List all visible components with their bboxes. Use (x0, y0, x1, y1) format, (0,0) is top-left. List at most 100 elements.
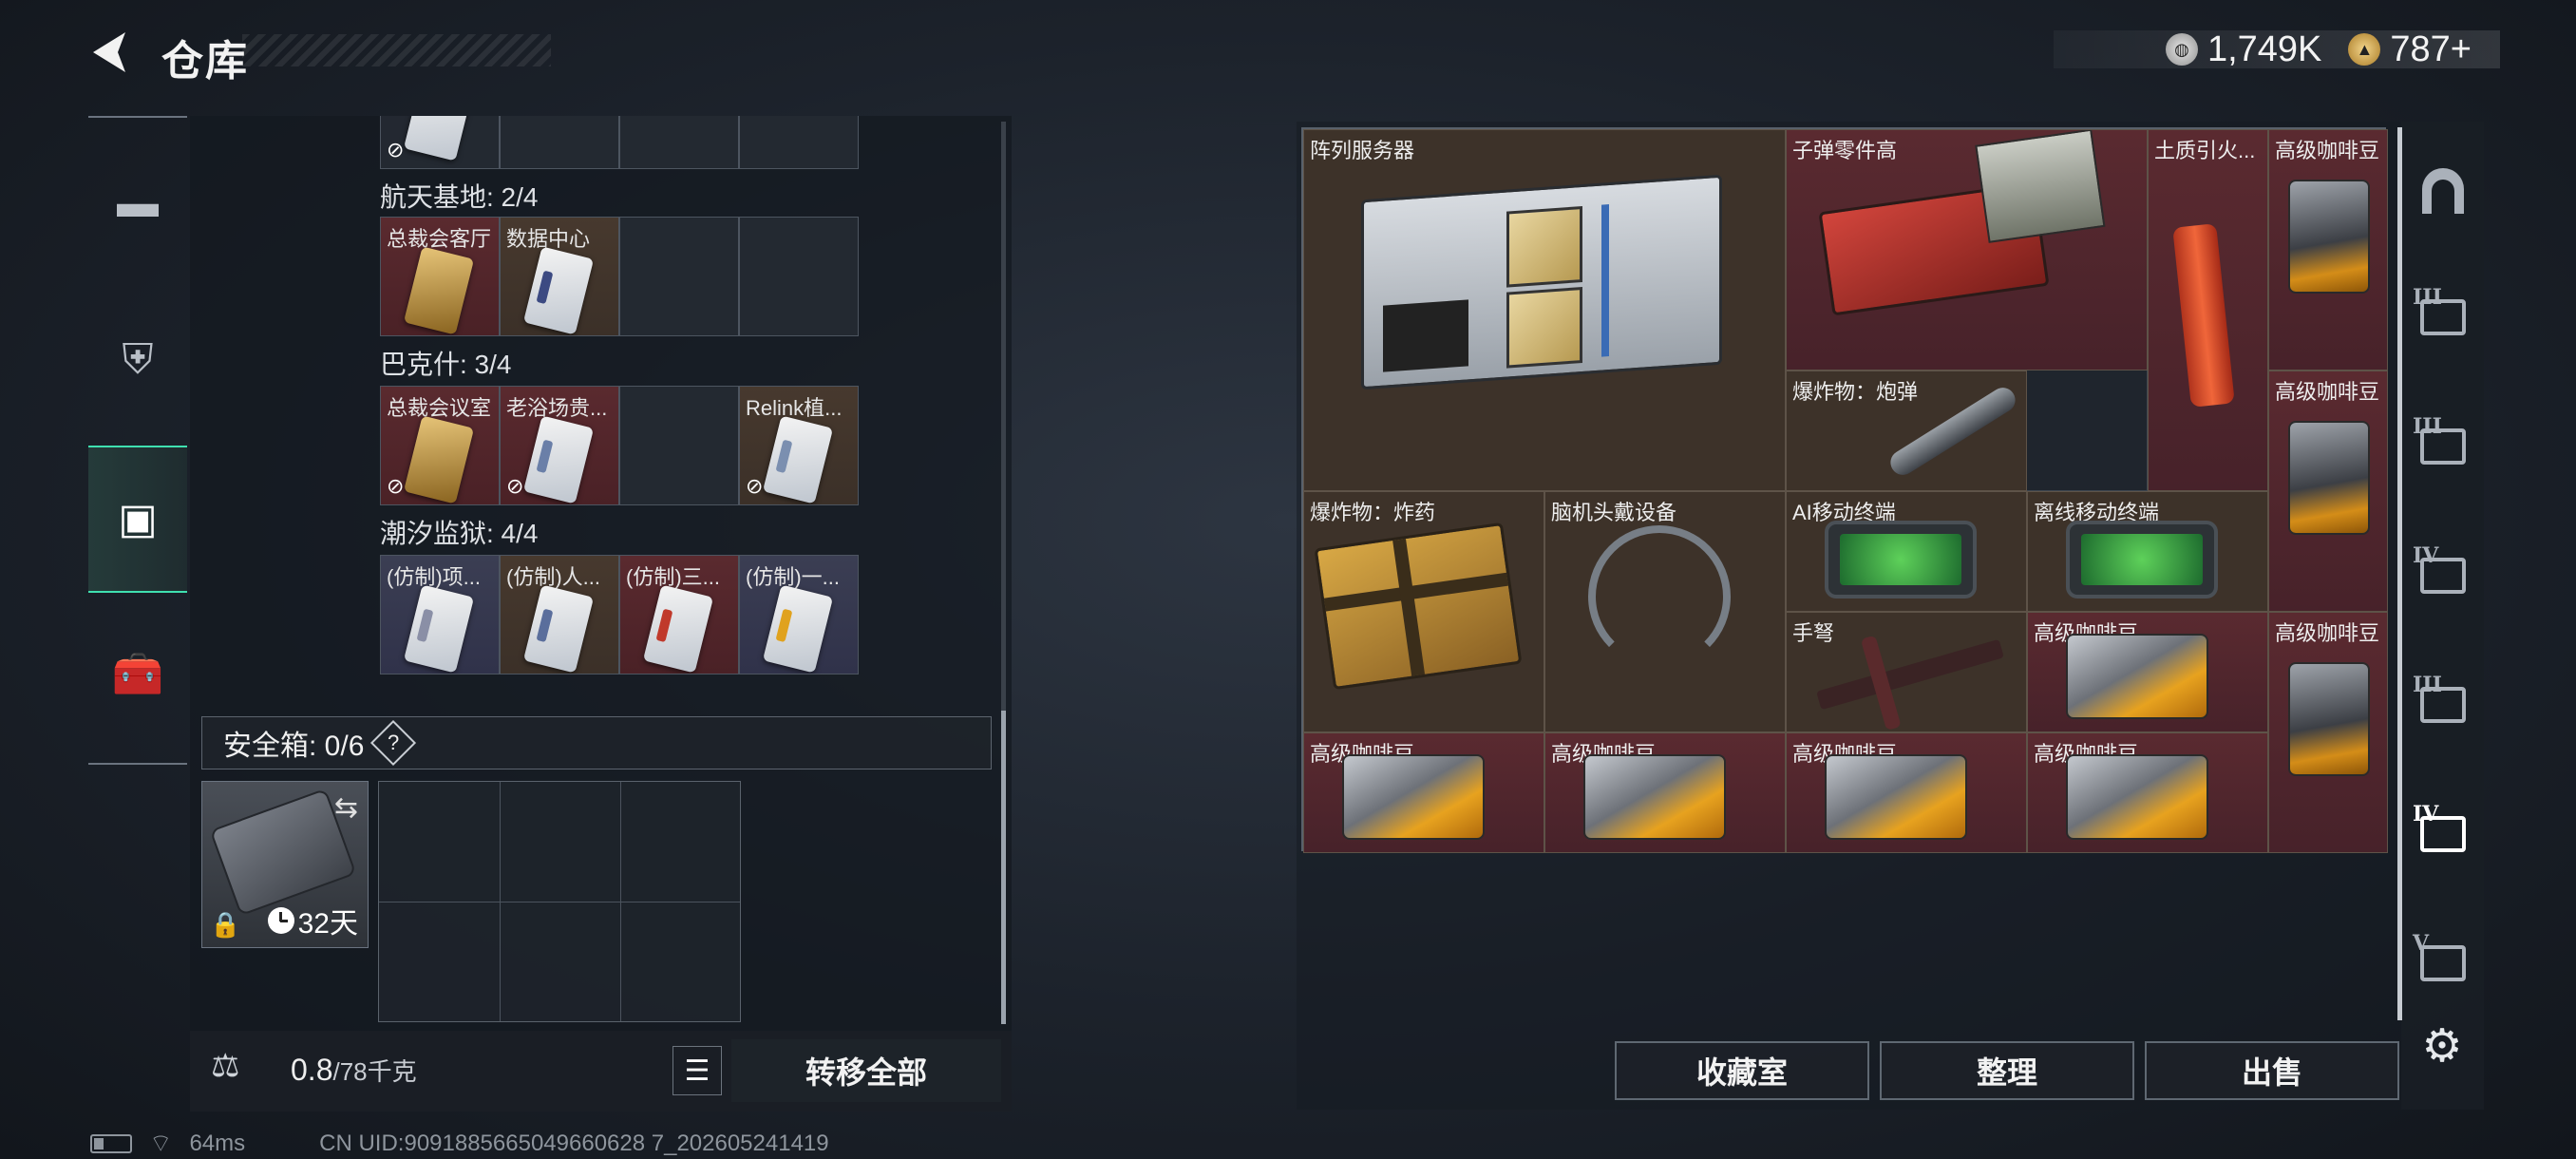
key-slot-empty[interactable] (619, 217, 739, 336)
coffee-bag-icon (1342, 754, 1485, 840)
key-slot-empty[interactable] (739, 116, 859, 169)
stash-tab-active[interactable]: IV (2411, 802, 2475, 866)
gold-amount[interactable]: 787+ (2390, 29, 2472, 70)
status-bar: ⌔ 64ms CN UID:9091885665049660628 7_2026… (90, 1128, 829, 1159)
item-name: 爆炸物：炮弹 (1792, 380, 1919, 404)
silver-amount: 1,749K (2207, 28, 2322, 69)
keycard-icon (762, 415, 834, 504)
key-slot[interactable]: (仿制)人... (500, 555, 619, 674)
wifi-icon: ⌔ (149, 1129, 173, 1157)
stash-item[interactable]: 高级咖啡豆 (2268, 370, 2388, 612)
key-name: (仿制)一... (746, 565, 840, 589)
safe-box-grid[interactable] (378, 781, 741, 1022)
help-icon[interactable]: ? (370, 719, 417, 767)
swap-icon[interactable]: ⇆ (334, 791, 358, 825)
stash-item[interactable]: 子弹零件高 (1786, 129, 2148, 370)
stash-item[interactable]: 土质引火... (2148, 129, 2268, 491)
stash-grid[interactable]: 阵列服务器 子弹零件高 土质引火... 高级咖啡豆 爆炸物：炮弹 高级咖啡豆 爆… (1301, 127, 2388, 853)
stash-item[interactable]: 阵列服务器 (1303, 129, 1786, 491)
stash-tab[interactable]: III (2411, 673, 2475, 737)
list-view-button[interactable]: ☰ (672, 1046, 722, 1095)
keycard-icon (403, 415, 475, 504)
stash-tab[interactable]: III (2411, 285, 2475, 350)
keycard-icon (403, 116, 475, 162)
item-name: 土质引火... (2154, 139, 2256, 162)
key-slot[interactable]: (仿制)项... (380, 555, 500, 674)
tablet-icon (2066, 521, 2218, 598)
keycard-icon (522, 584, 595, 674)
key-slot[interactable]: 总裁会议室 ⊘ (380, 386, 500, 505)
item-name: 爆炸物：炸药 (1310, 501, 1436, 524)
stash-item[interactable]: 爆炸物：炮弹 (1786, 370, 2027, 491)
sort-button[interactable]: 整理 (1880, 1041, 2134, 1100)
stash-item[interactable]: 爆炸物：炸药 (1303, 491, 1544, 732)
item-name: 子弹零件高 (1792, 139, 1898, 162)
item-name: 手弩 (1792, 621, 1835, 645)
key-slot[interactable]: (仿制)一... (739, 555, 859, 674)
ammo-parts-icon (1818, 181, 2050, 316)
toolbox-tab[interactable]: 🧰 (88, 602, 187, 745)
key-slot[interactable]: 数据中心 (500, 217, 619, 336)
stash-item[interactable]: 高级咖啡豆 (2027, 612, 2268, 732)
lock-icon: 🔒 (210, 910, 241, 939)
coffee-bag-icon (2066, 634, 2208, 719)
left-scroll-thumb[interactable] (1001, 711, 1006, 1024)
weapon-tab[interactable]: ▬ (88, 132, 187, 275)
stash-item[interactable]: 高级咖啡豆 (2268, 612, 2388, 853)
armor-tab[interactable]: ⛨ (88, 289, 187, 431)
user-uid: CN UID:9091885665049660628 7_20260524141… (319, 1130, 829, 1156)
item-name: 高级咖啡豆 (2275, 380, 2380, 404)
key-slot[interactable]: Relink植... ⊘ (739, 386, 859, 505)
back-arrow-icon[interactable] (87, 28, 133, 76)
stash-item[interactable]: 高级咖啡豆 (2027, 732, 2268, 853)
expiry-timer: 32天 (267, 900, 358, 941)
currency-bar: ◍ 1,749K ▲ 787+ (2054, 28, 2500, 70)
stash-item[interactable]: 离线移动终端 (2027, 491, 2268, 612)
gun-icon: ▬ (117, 180, 159, 226)
clock-icon (267, 907, 294, 934)
stash-item[interactable]: 高级咖啡豆 (1303, 732, 1544, 853)
key-slot[interactable]: (仿制)三... (619, 555, 739, 674)
group-title: 巴克什: 3/4 (380, 350, 512, 379)
key-slot-empty[interactable] (619, 386, 739, 505)
item-name: 脑机头戴设备 (1551, 501, 1677, 524)
transfer-all-button[interactable]: 转移全部 (731, 1039, 1001, 1102)
coffee-bag-icon (2288, 421, 2370, 535)
no-trade-icon: ⊘ (746, 474, 764, 498)
keycard-icon (522, 246, 595, 335)
days-left: 32天 (297, 908, 358, 940)
stash-item[interactable]: 手弩 (1786, 612, 2027, 732)
no-trade-icon: ⊘ (387, 474, 405, 498)
key-slot[interactable]: ⊘ (380, 116, 500, 169)
left-scroll-track[interactable] (1001, 122, 1006, 711)
key-slot-empty[interactable] (739, 217, 859, 336)
key-slot[interactable]: 老浴场贵... ⊘ (500, 386, 619, 505)
key-slot-empty[interactable] (619, 116, 739, 169)
coffee-bag-icon (2066, 754, 2208, 840)
keycard-icon (403, 584, 475, 674)
collection-button[interactable]: 收藏室 (1615, 1041, 1869, 1100)
stash-tab[interactable]: IV (2411, 543, 2475, 608)
sell-button[interactable]: 出售 (2145, 1041, 2399, 1100)
headset-icon (1588, 525, 1731, 668)
stash-tab-main[interactable] (2411, 160, 2475, 224)
safe-box-header: 安全箱: 0/6 ? (201, 716, 992, 770)
stash-item[interactable]: 高级咖啡豆 (1786, 732, 2027, 853)
gear-icon[interactable]: ⚙ (2417, 1021, 2467, 1072)
stash-tab[interactable]: V (2411, 931, 2475, 996)
item-name: 阵列服务器 (1310, 139, 1415, 162)
safe-case-slot[interactable]: ⇆ 🔒 32天 (201, 781, 369, 948)
stash-scrollbar[interactable] (2397, 127, 2402, 1020)
stash-tab[interactable]: III (2411, 414, 2475, 479)
ping: 64ms (189, 1130, 246, 1156)
stash-item[interactable]: 脑机头戴设备 (1544, 491, 1786, 732)
key-slot[interactable]: 总裁会客厅 (380, 217, 500, 336)
weight-current: 0.8 (291, 1053, 333, 1087)
stash-item[interactable]: AI移动终端 (1786, 491, 2027, 612)
key-slot-empty[interactable] (500, 116, 619, 169)
stash-item[interactable]: 高级咖啡豆 (1544, 732, 1786, 853)
stash-item[interactable]: 高级咖啡豆 (2268, 129, 2388, 370)
item-name: 高级咖啡豆 (2275, 621, 2380, 645)
backpack-tab[interactable]: ▣ (88, 446, 187, 593)
no-trade-icon: ⊘ (506, 474, 524, 498)
